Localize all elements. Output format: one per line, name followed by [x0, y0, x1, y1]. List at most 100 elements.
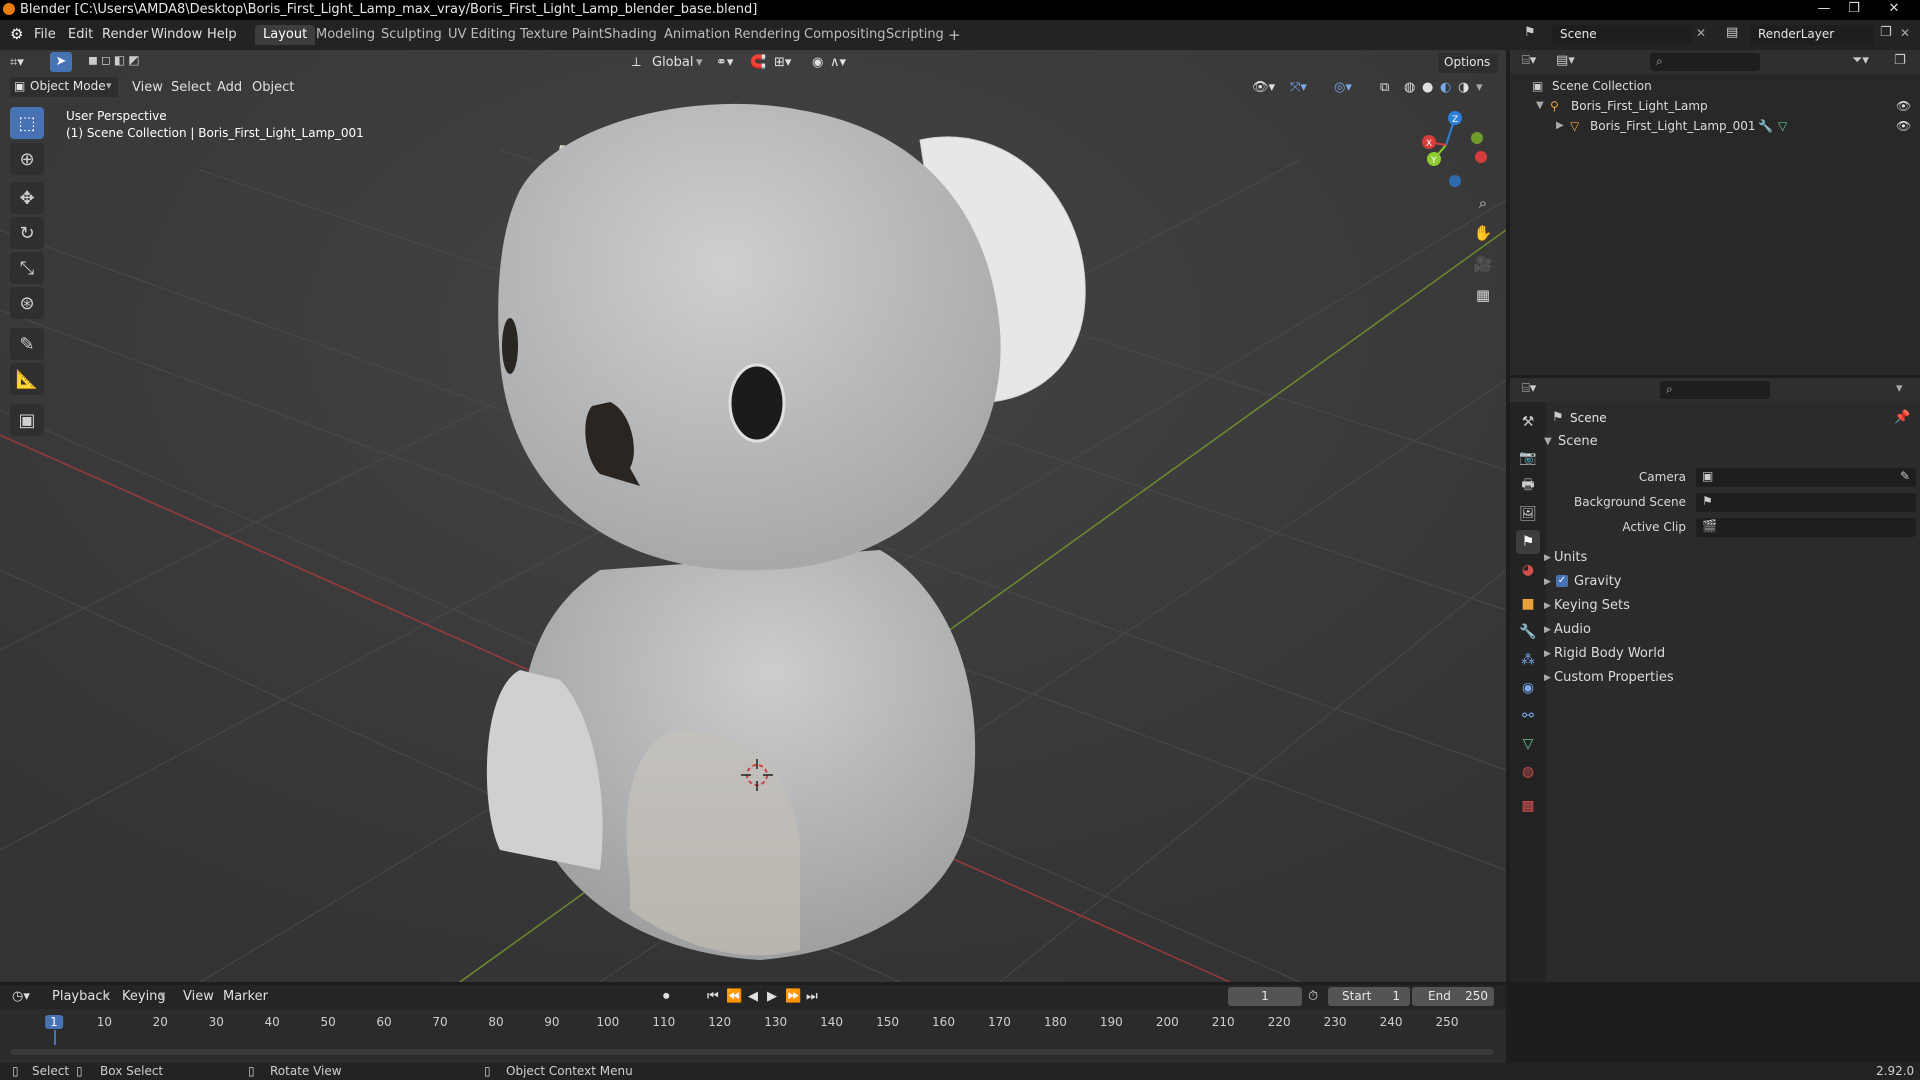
outliner-search-input[interactable]: ⌕: [1650, 53, 1760, 71]
tab-shading[interactable]: Shading: [596, 25, 665, 45]
expand-arrow-icon[interactable]: ▶: [1544, 649, 1551, 659]
rendered-shading-icon[interactable]: ◑: [1458, 78, 1469, 98]
renderlayer-close-icon[interactable]: ✕: [1900, 26, 1910, 40]
jump-end-button[interactable]: ⏭: [806, 987, 818, 1007]
close-button[interactable]: ✕: [1880, 0, 1908, 18]
tab-layout[interactable]: Layout: [255, 25, 316, 45]
constraints-tab-icon[interactable]: ⚯: [1516, 704, 1540, 728]
camera-field[interactable]: ▣ ✎: [1696, 468, 1916, 487]
menu-view[interactable]: View: [183, 987, 214, 1007]
editor-type-icon[interactable]: ⌗▾: [10, 53, 24, 73]
next-keyframe-button[interactable]: ⏩: [785, 987, 801, 1007]
expand-arrow-icon[interactable]: ▼: [1536, 96, 1544, 116]
transform-orientation-icon[interactable]: ⟂: [632, 53, 641, 73]
pin-icon[interactable]: 📌: [1894, 410, 1910, 425]
menu-marker[interactable]: Marker: [223, 987, 268, 1007]
rotate-tool[interactable]: ↻: [10, 217, 44, 249]
section-scene[interactable]: Scene: [1558, 434, 1598, 449]
play-reverse-button[interactable]: ◀: [748, 987, 758, 1007]
eye-icon[interactable]: 👁: [1896, 96, 1911, 116]
outliner-row-lamp-001[interactable]: ▶ ▽ Boris_First_Light_Lamp_001 🔧 ▽ 👁: [1510, 116, 1920, 136]
xray-icon[interactable]: ⧉: [1380, 78, 1389, 98]
renderlayer-copy-icon[interactable]: ❐: [1880, 25, 1892, 40]
menu-object[interactable]: Object: [252, 78, 294, 98]
selection-mode-icons[interactable]: ◼◻◧◩: [88, 53, 184, 71]
world-tab-icon[interactable]: ◕: [1516, 558, 1540, 582]
menu-select[interactable]: Select: [171, 78, 211, 98]
expand-arrow-icon[interactable]: ▼: [1544, 436, 1552, 447]
add-workspace-button[interactable]: +: [940, 25, 969, 45]
texture-tab-icon[interactable]: ▩: [1516, 794, 1540, 818]
proportional-edit-icon[interactable]: ◉: [812, 53, 823, 73]
menu-file[interactable]: File: [34, 27, 56, 42]
stopwatch-icon[interactable]: ⏱: [1308, 987, 1318, 1007]
snap-icon[interactable]: 🧲: [750, 53, 766, 73]
select-box-tool[interactable]: ⬚: [10, 107, 44, 139]
eyedropper-icon[interactable]: ✎: [1900, 469, 1910, 483]
tool-tab-icon[interactable]: ⚒: [1516, 410, 1540, 434]
ortho-toggle-button[interactable]: ▦: [1470, 282, 1496, 308]
section-units[interactable]: Units: [1554, 550, 1587, 565]
background-scene-field[interactable]: ⚑: [1696, 493, 1916, 512]
blender-menu-icon[interactable]: ⚙: [10, 25, 23, 43]
current-frame-field[interactable]: 1: [1228, 987, 1302, 1006]
tab-sculpting[interactable]: Sculpting: [373, 25, 450, 45]
shading-options-icon[interactable]: ▾: [1476, 78, 1483, 98]
measure-tool[interactable]: 📐: [10, 363, 44, 395]
3d-viewport[interactable]: Z Y X User Perspective (1) Scene Collect…: [0, 50, 1506, 982]
minimize-button[interactable]: —: [1810, 0, 1838, 18]
section-rigid-body-world[interactable]: Rigid Body World: [1554, 646, 1665, 661]
mode-dropdown[interactable]: ▣ Object Mode ▾: [10, 77, 118, 97]
editor-type-icon[interactable]: ⌸▾: [1522, 53, 1536, 68]
play-button[interactable]: ▶: [767, 987, 777, 1007]
scene-icon[interactable]: ⚑: [1524, 25, 1546, 45]
section-audio[interactable]: Audio: [1554, 622, 1591, 637]
menu-playback[interactable]: Playback: [52, 987, 110, 1007]
solid-shading-icon[interactable]: ●: [1422, 78, 1433, 98]
annotate-tool[interactable]: ✎: [10, 328, 44, 360]
cursor-tool[interactable]: ⊕: [10, 143, 44, 175]
overlays-icon[interactable]: ◎▾: [1334, 78, 1352, 98]
outliner-row-scene-collection[interactable]: ▣ Scene Collection: [1510, 76, 1920, 96]
zoom-button[interactable]: ⌕: [1470, 190, 1496, 216]
material-shading-icon[interactable]: ◐: [1440, 78, 1451, 98]
display-mode-icon[interactable]: ▤▾: [1556, 53, 1575, 68]
visibility-icon[interactable]: 👁▾: [1252, 78, 1275, 98]
wireframe-shading-icon[interactable]: ◍: [1404, 78, 1415, 98]
outliner-row-lamp[interactable]: ▼ ⚲ Boris_First_Light_Lamp 👁: [1510, 96, 1920, 116]
falloff-icon[interactable]: ∧▾: [830, 53, 846, 73]
playhead[interactable]: [54, 1030, 56, 1045]
new-collection-icon[interactable]: ❐: [1894, 53, 1906, 68]
snap-target-icon[interactable]: ⊞▾: [774, 53, 791, 73]
section-custom-properties[interactable]: Custom Properties: [1554, 670, 1674, 685]
scene-selector[interactable]: Scene: [1552, 25, 1692, 45]
object-tab-icon[interactable]: ■: [1516, 592, 1540, 616]
mesh-data-icon[interactable]: ▽: [1778, 116, 1787, 136]
end-frame-field[interactable]: End 250: [1412, 987, 1494, 1006]
expand-arrow-icon[interactable]: ▶: [1544, 577, 1551, 587]
menu-render[interactable]: Render: [102, 27, 148, 42]
menu-edit[interactable]: Edit: [68, 27, 93, 42]
menu-view[interactable]: View: [132, 78, 163, 98]
pan-button[interactable]: ✋: [1470, 220, 1496, 246]
tab-modeling[interactable]: Modeling: [308, 25, 383, 45]
transform-tool[interactable]: ⊛: [10, 287, 44, 319]
expand-arrow-icon[interactable]: ▶: [1544, 553, 1551, 563]
scene-close-icon[interactable]: ✕: [1696, 26, 1706, 40]
editor-type-icon[interactable]: ⌸▾: [1522, 381, 1536, 396]
timeline-scrollbar[interactable]: [10, 1049, 1494, 1055]
expand-arrow-icon[interactable]: ▶: [1556, 116, 1564, 136]
chevron-down-icon[interactable]: ▾: [696, 53, 703, 73]
menu-window[interactable]: Window: [151, 27, 202, 42]
prev-keyframe-button[interactable]: ⏪: [726, 987, 742, 1007]
render-tab-icon[interactable]: 📷: [1516, 446, 1540, 470]
move-tool[interactable]: ✥: [10, 182, 44, 214]
physics-tab-icon[interactable]: ◉: [1516, 676, 1540, 700]
gravity-checkbox[interactable]: ✓: [1556, 575, 1568, 587]
pivot-point-icon[interactable]: ⚭▾: [716, 53, 733, 73]
renderlayer-selector[interactable]: RenderLayer: [1750, 25, 1874, 45]
jump-start-button[interactable]: ⏮: [707, 987, 719, 1007]
camera-view-button[interactable]: 🎥: [1470, 251, 1496, 277]
properties-search-input[interactable]: ⌕: [1660, 381, 1770, 399]
menu-help[interactable]: Help: [207, 27, 237, 42]
